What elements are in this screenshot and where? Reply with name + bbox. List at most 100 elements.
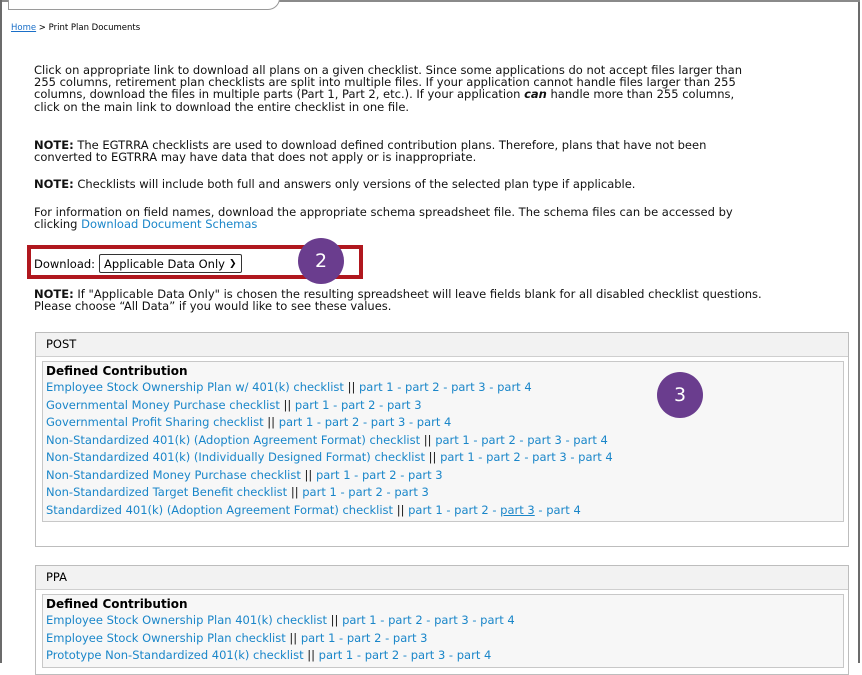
separator: ||: [285, 630, 301, 645]
callout-badge-3: 3: [657, 372, 703, 418]
part-link[interactable]: part 2: [325, 415, 360, 429]
part-link[interactable]: part 3: [451, 380, 486, 394]
part-link[interactable]: part 2: [348, 485, 383, 499]
checklist-link[interactable]: Non-Standardized Money Purchase checklis…: [46, 468, 301, 482]
part-link[interactable]: part 1: [342, 613, 377, 627]
part-dash: -: [399, 648, 411, 662]
part-link[interactable]: part 1: [295, 398, 330, 412]
part-link[interactable]: part 1: [302, 485, 337, 499]
part-dash: -: [469, 432, 482, 447]
part-dash: -: [376, 613, 389, 627]
separator: ||: [279, 397, 295, 412]
part-link[interactable]: part 4: [546, 503, 581, 517]
post-panel-body: Defined Contribution Employee Stock Owne…: [42, 361, 844, 522]
download-schemas-link[interactable]: Download Document Schemas: [81, 217, 257, 231]
checklist-link[interactable]: Non-Standardized Target Benefit checklis…: [46, 485, 287, 499]
part-dash: -: [445, 648, 457, 662]
part-link[interactable]: part 1: [279, 415, 314, 429]
part-link[interactable]: part 2: [454, 503, 489, 517]
part-dash: -: [561, 432, 574, 447]
separator: ||: [303, 648, 319, 662]
breadcrumb: Home > Print Plan Documents: [11, 23, 140, 33]
part-dash: -: [405, 415, 417, 429]
ppa-group-title: Defined Contribution: [46, 597, 188, 611]
checklist-row: Non-Standardized 401(k) (Individually De…: [46, 449, 840, 467]
part-dash: -: [313, 415, 325, 429]
checklist-link[interactable]: Employee Stock Ownership Plan checklist: [46, 631, 286, 645]
part-link[interactable]: part 2: [405, 380, 440, 394]
part-link[interactable]: part 3: [387, 398, 422, 412]
part-link[interactable]: part 1: [440, 450, 475, 464]
part-link[interactable]: part 4: [457, 648, 492, 662]
part-link[interactable]: part 2: [341, 398, 376, 412]
ppa-panel-body: Defined Contribution Employee Stock Owne…: [42, 594, 844, 668]
post-panel: POST Defined Contribution Employee Stock…: [35, 332, 849, 547]
part-link[interactable]: part 4: [417, 415, 452, 429]
separator: ||: [420, 432, 436, 447]
part-link[interactable]: part 1: [435, 433, 470, 447]
checklist-row: Non-Standardized Money Purchase checklis…: [46, 467, 840, 485]
checklist-row: Prototype Non-Standardized 401(k) checkl…: [46, 647, 840, 665]
part-link[interactable]: part 3: [371, 415, 406, 429]
part-link[interactable]: part 4: [480, 613, 515, 627]
breadcrumb-home-link[interactable]: Home: [11, 23, 36, 33]
part-dash: -: [382, 485, 395, 499]
part-link[interactable]: part 1: [359, 380, 394, 394]
separator: ||: [425, 450, 441, 464]
checklist-link[interactable]: Governmental Profit Sharing checklist: [46, 415, 264, 429]
checklist-link[interactable]: Prototype Non-Standardized 401(k) checkl…: [46, 648, 304, 662]
checklist-link[interactable]: Governmental Money Purchase checklist: [46, 398, 280, 412]
note-applicable-data: NOTE: If "Applicable Data Only" is chose…: [34, 288, 854, 313]
separator: ||: [300, 467, 316, 482]
part-link[interactable]: part 3: [408, 468, 443, 482]
part-link[interactable]: part 4: [573, 433, 608, 447]
part-link[interactable]: part 4: [578, 450, 613, 464]
checklist-link[interactable]: Employee Stock Ownership Plan w/ 401(k) …: [46, 380, 344, 394]
part-dash: -: [515, 432, 528, 447]
part-link[interactable]: part 3: [411, 648, 446, 662]
callout-badge-2: 2: [298, 238, 344, 284]
part-link[interactable]: part 2: [388, 613, 423, 627]
part-link[interactable]: part 2: [486, 450, 521, 464]
part-link[interactable]: part 3: [394, 485, 429, 499]
separator: ||: [263, 415, 279, 429]
part-link[interactable]: part 1: [408, 503, 443, 517]
ppa-panel: PPA Defined Contribution Employee Stock …: [35, 565, 849, 675]
part-link[interactable]: part 2: [362, 468, 397, 482]
part-dash: -: [336, 485, 349, 499]
part-dash: -: [381, 630, 393, 645]
intro-can-emphasis: can: [524, 87, 547, 102]
part-dash: -: [329, 397, 341, 412]
part-link[interactable]: part 2: [365, 648, 400, 662]
part-link[interactable]: part 1: [316, 468, 351, 482]
checklist-link[interactable]: Non-Standardized 401(k) (Adoption Agreem…: [46, 433, 420, 447]
part-link[interactable]: part 3: [527, 433, 562, 447]
part-dash: -: [335, 630, 347, 645]
note-egtrra: NOTE: The EGTRRA checklists are used to …: [34, 139, 834, 165]
separator: ||: [393, 502, 409, 517]
part-link[interactable]: part 3: [500, 503, 535, 517]
part-link[interactable]: part 3: [532, 450, 567, 464]
checklist-row: Governmental Money Purchase checklist ||…: [46, 397, 840, 415]
part-link[interactable]: part 2: [481, 433, 516, 447]
intro-line-3-b: handle more than 255 columns,: [550, 87, 735, 102]
part-dash: -: [534, 502, 547, 517]
separator: ||: [343, 380, 359, 394]
checklist-link[interactable]: Employee Stock Ownership Plan 401(k) che…: [46, 613, 327, 627]
checklist-link[interactable]: Standardized 401(k) (Adoption Agreement …: [46, 503, 393, 517]
part-link[interactable]: part 4: [497, 380, 532, 394]
note-egtrra-line-2: converted to EGTRRA may have data that d…: [34, 150, 477, 165]
part-link[interactable]: part 1: [301, 631, 336, 645]
part-link[interactable]: part 3: [393, 631, 428, 645]
part-link[interactable]: part 3: [434, 613, 469, 627]
checklist-link[interactable]: Non-Standardized 401(k) (Individually De…: [46, 450, 425, 464]
checklist-row: Employee Stock Ownership Plan w/ 401(k) …: [46, 379, 840, 397]
part-dash: -: [488, 502, 501, 517]
post-group-title: Defined Contribution: [46, 364, 188, 378]
part-dash: -: [468, 613, 481, 627]
part-link[interactable]: part 2: [347, 631, 382, 645]
part-link[interactable]: part 1: [319, 648, 354, 662]
part-dash: -: [566, 450, 579, 464]
intro-paragraph: Click on appropriate link to download al…: [34, 64, 834, 113]
part-dash: -: [485, 380, 498, 394]
